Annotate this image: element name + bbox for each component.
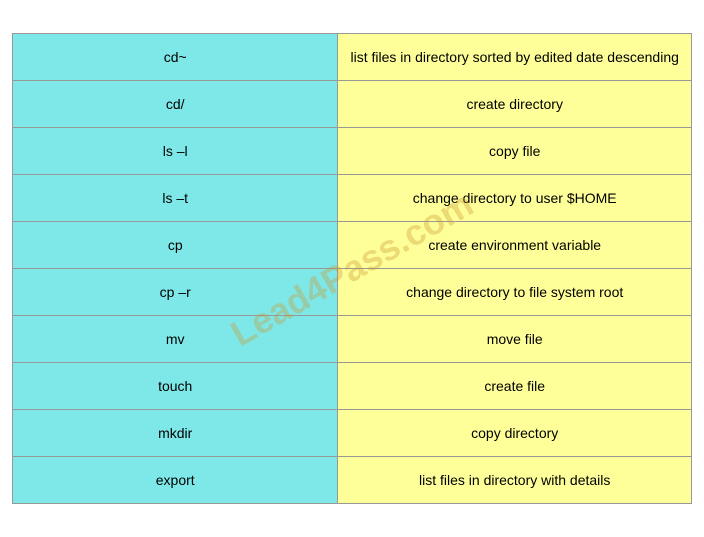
table-row: touchcreate file	[13, 363, 691, 410]
description-cell: copy directory	[338, 410, 691, 456]
command-cell: cp	[13, 222, 338, 268]
table-row: mkdircopy directory	[13, 410, 691, 457]
command-cell: ls –l	[13, 128, 338, 174]
command-cell: touch	[13, 363, 338, 409]
description-cell: create environment variable	[338, 222, 691, 268]
description-cell: create directory	[338, 81, 691, 127]
table-row: cpcreate environment variable	[13, 222, 691, 269]
description-cell: change directory to file system root	[338, 269, 691, 315]
table-row: cp –rchange directory to file system roo…	[13, 269, 691, 316]
table-row: cd/create directory	[13, 81, 691, 128]
description-cell: list files in directory with details	[338, 457, 691, 503]
command-cell: mkdir	[13, 410, 338, 456]
table-row: ls –lcopy file	[13, 128, 691, 175]
description-cell: move file	[338, 316, 691, 362]
command-cell: mv	[13, 316, 338, 362]
description-cell: create file	[338, 363, 691, 409]
table-row: ls –tchange directory to user $HOME	[13, 175, 691, 222]
table-row: exportlist files in directory with detai…	[13, 457, 691, 503]
command-cell: cd/	[13, 81, 338, 127]
command-cell: cd~	[13, 34, 338, 80]
command-cell: ls –t	[13, 175, 338, 221]
description-cell: copy file	[338, 128, 691, 174]
command-cell: cp –r	[13, 269, 338, 315]
command-cell: export	[13, 457, 338, 503]
command-table: cd~list files in directory sorted by edi…	[12, 33, 692, 504]
description-cell: change directory to user $HOME	[338, 175, 691, 221]
table-row: mvmove file	[13, 316, 691, 363]
main-wrapper: Lead4Pass.com cd~list files in directory…	[12, 33, 692, 504]
table-row: cd~list files in directory sorted by edi…	[13, 34, 691, 81]
description-cell: list files in directory sorted by edited…	[338, 34, 691, 80]
